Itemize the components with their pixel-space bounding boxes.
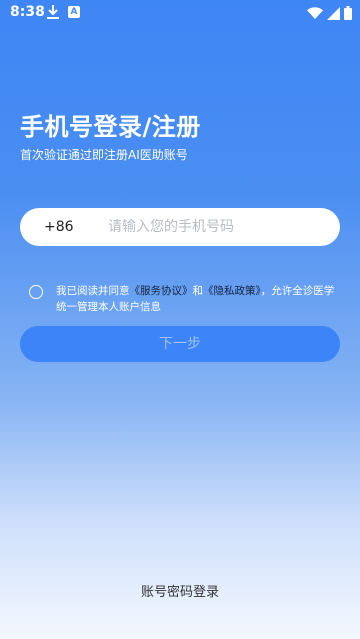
signal-icon — [327, 5, 340, 24]
page-subtitle: 首次验证通过即注册AI医助账号 — [20, 148, 188, 162]
download-icon — [46, 4, 60, 24]
battery-icon — [344, 5, 352, 24]
agreement-checkbox[interactable] — [29, 285, 43, 299]
country-code[interactable]: +86 — [44, 219, 82, 235]
privacy-policy-link[interactable]: 《隐私政策》 — [203, 285, 261, 297]
app-notification-icon: A — [68, 6, 80, 18]
status-bar: 8:38 A — [0, 0, 360, 24]
service-agreement-link[interactable]: 《服务协议》 — [130, 285, 193, 297]
agreement-prefix: 我已阅读并同意 — [56, 285, 130, 297]
next-button[interactable]: 下一步 — [20, 326, 340, 362]
account-password-login-link[interactable]: 账号密码登录 — [0, 581, 360, 600]
agreement-text: 我已阅读并同意《服务协议》和《隐私政策》，允许全诊医学统一管理本人账户信息 — [56, 283, 340, 315]
wifi-icon — [307, 5, 323, 24]
status-time: 8:38 — [10, 4, 45, 20]
agreement-and: 和 — [192, 285, 204, 297]
phone-input[interactable] — [106, 218, 340, 236]
phone-field[interactable]: +86 — [20, 208, 340, 246]
page-title: 手机号登录/注册 — [20, 113, 201, 141]
status-icons — [307, 5, 352, 24]
